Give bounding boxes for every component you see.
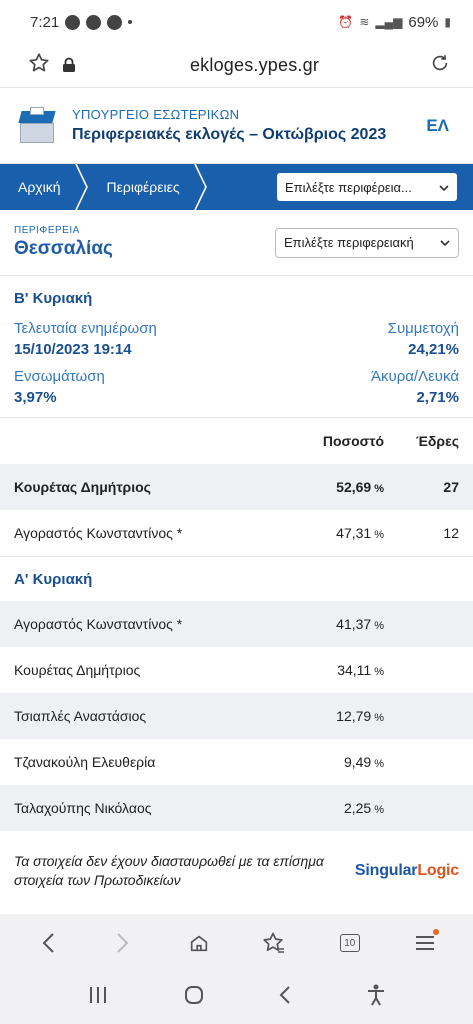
candidate-seats: 12 (443, 525, 459, 541)
favorites-icon[interactable] (254, 923, 294, 963)
system-navigation-bar (0, 972, 473, 1024)
ministry-name: ΥΠΟΥΡΓΕΙΟ ΕΣΩΤΕΡΙΚΩΝ (72, 107, 240, 122)
candidate-name: Τζανακούλη Ελευθερία (14, 754, 156, 770)
table-row[interactable]: Τζανακούλη Ελευθερία 9,49% (0, 739, 473, 785)
candidate-percentage: 2,25% (343, 800, 384, 816)
candidate-name: Κουρέτας Δημήτριος (14, 479, 151, 495)
candidate-percentage: 47,31% (336, 525, 384, 541)
browser-url-bar: ekloges.ypes.gr (0, 44, 473, 88)
chevron-down-icon (439, 180, 449, 195)
more-notifications-icon (128, 20, 133, 24)
region-header: ΠΕΡΙΦΕΡΕΙΑ Θεσσαλίας Επιλέξτε περιφερεια… (0, 210, 473, 276)
candidate-name: Κουρέτας Δημήτριος (14, 662, 141, 678)
viber-icon (65, 14, 81, 30)
invalid-blank-label: Άκυρα/Λευκά (371, 368, 459, 385)
account-icon (86, 14, 102, 30)
reload-icon[interactable] (425, 52, 455, 80)
results-table-header: Ποσοστό Έδρες (0, 418, 473, 464)
wifi-icon: ≋ (359, 15, 370, 29)
sys-back-icon[interactable] (278, 984, 292, 1012)
integration-value: 3,97% (14, 389, 57, 406)
stats-row: Ενσωμάτωση 3,97% Άκυρα/Λευκά 2,71% (0, 368, 473, 406)
candidate-name: Ταλαχούπης Νικόλαος (14, 800, 152, 816)
site-header: ΥΠΟΥΡΓΕΙΟ ΕΣΩΤΕΡΙΚΩΝ Περιφερειακές εκλογ… (0, 88, 473, 164)
percentage-header: Ποσοστό (322, 433, 384, 449)
language-switch[interactable]: ΕΛ (426, 116, 449, 136)
round-a-title: Α' Κυριακή (14, 570, 93, 588)
round-b-title: Β' Κυριακή (14, 289, 93, 307)
region-name: Θεσσαλίας (14, 238, 113, 259)
seats-header: Έδρες (415, 433, 459, 449)
candidate-name: Αγοραστός Κωνσταντίνος * (14, 616, 183, 632)
turnout-label: Συμμετοχή (387, 320, 459, 337)
election-title[interactable]: Περιφερειακές εκλογές – Οκτώβριος 2023 (72, 126, 426, 144)
tabs-icon[interactable]: 10 (330, 923, 370, 963)
alarm-icon: ⏰ (338, 15, 354, 29)
last-update-value: 15/10/2023 19:14 (14, 341, 132, 358)
invalid-blank-value: 2,71% (416, 389, 459, 406)
candidate-percentage: 12,79% (336, 708, 384, 724)
chevron-down-icon (440, 235, 450, 250)
breadcrumb-home-label: Αρχική (18, 179, 61, 195)
status-bar: 7:21 ⏰ ≋ ▂▄▆ 69% ▮ (0, 0, 473, 44)
table-row[interactable]: Κουρέτας Δημήτριος 34,11% (0, 647, 473, 693)
candidate-seats: 27 (443, 479, 459, 495)
url-text[interactable]: ekloges.ypes.gr (84, 55, 425, 76)
home-circle-icon[interactable] (183, 984, 205, 1012)
stats-row: Τελευταία ενημέρωση 15/10/2023 19:14 Συμ… (0, 320, 473, 358)
breadcrumb: Αρχική Περιφέρειες Επιλέξτε περιφέρεια..… (0, 164, 473, 210)
breadcrumb-chevron-icon (193, 164, 208, 210)
table-row[interactable]: Αγοραστός Κωνσταντίνος * 41,37% (0, 601, 473, 647)
table-row[interactable]: Κουρέτας Δημήτριος 52,69% 27 (0, 464, 473, 510)
forward-icon[interactable] (103, 923, 143, 963)
battery-level: 69% (408, 13, 439, 31)
singularlogic-logo[interactable]: SingularLogic (355, 862, 459, 880)
regional-unit-select-dropdown[interactable]: Επιλέξτε περιφερειακή (275, 227, 459, 258)
regional-unit-select-value: Επιλέξτε περιφερειακή (284, 235, 414, 250)
candidate-name: Αγοραστός Κωνσταντίνος * (14, 525, 183, 541)
notification-dot (433, 929, 440, 935)
table-row[interactable]: Τσιαπλές Αναστάσιος 12,79% (0, 693, 473, 739)
battery-icon: ▮ (444, 15, 451, 29)
table-row[interactable]: Αγοραστός Κωνσταντίνος * 47,31% 12 (0, 510, 473, 556)
star-icon[interactable] (24, 52, 54, 80)
menu-icon[interactable] (405, 923, 445, 963)
breadcrumb-home[interactable]: Αρχική (0, 164, 75, 210)
integration-label: Ενσωμάτωση (14, 368, 105, 385)
candidate-percentage: 41,37% (336, 616, 384, 632)
recents-icon[interactable] (87, 985, 109, 1011)
breadcrumb-regions[interactable]: Περιφέρειες (89, 164, 194, 210)
table-row[interactable]: Ταλαχούπης Νικόλαος 2,25% (0, 785, 473, 831)
lock-icon[interactable] (54, 53, 84, 79)
last-update-label: Τελευταία ενημέρωση (14, 320, 157, 337)
disclaimer-text: Τα στοιχεία δεν έχουν διασταυρωθεί με τα… (14, 853, 324, 888)
candidate-percentage: 52,69% (336, 479, 384, 495)
region-select-dropdown[interactable]: Επιλέξτε περιφέρεια... (277, 173, 457, 201)
back-icon[interactable] (28, 923, 68, 963)
candidate-percentage: 34,11% (337, 662, 384, 678)
breadcrumb-regions-label: Περιφέρειες (106, 179, 180, 195)
home-icon[interactable] (179, 923, 219, 963)
signal-icon: ▂▄▆ (375, 15, 403, 29)
candidate-percentage: 9,49% (343, 754, 384, 770)
turnout-value: 24,21% (408, 341, 459, 358)
cloud-icon (107, 14, 123, 30)
region-select-value: Επιλέξτε περιφέρεια... (285, 179, 412, 195)
candidate-name: Τσιαπλές Αναστάσιος (14, 708, 147, 724)
breadcrumb-chevron-icon (74, 164, 89, 210)
region-label: ΠΕΡΙΦΕΡΕΙΑ (14, 225, 80, 236)
accessibility-icon[interactable] (366, 983, 386, 1013)
status-time: 7:21 (30, 13, 60, 31)
browser-bottom-toolbar: 10 (0, 914, 473, 972)
ballot-box-logo-icon (18, 106, 56, 145)
tab-count: 10 (339, 934, 360, 952)
footnote: Τα στοιχεία δεν έχουν διασταυρωθεί με τα… (0, 831, 473, 897)
